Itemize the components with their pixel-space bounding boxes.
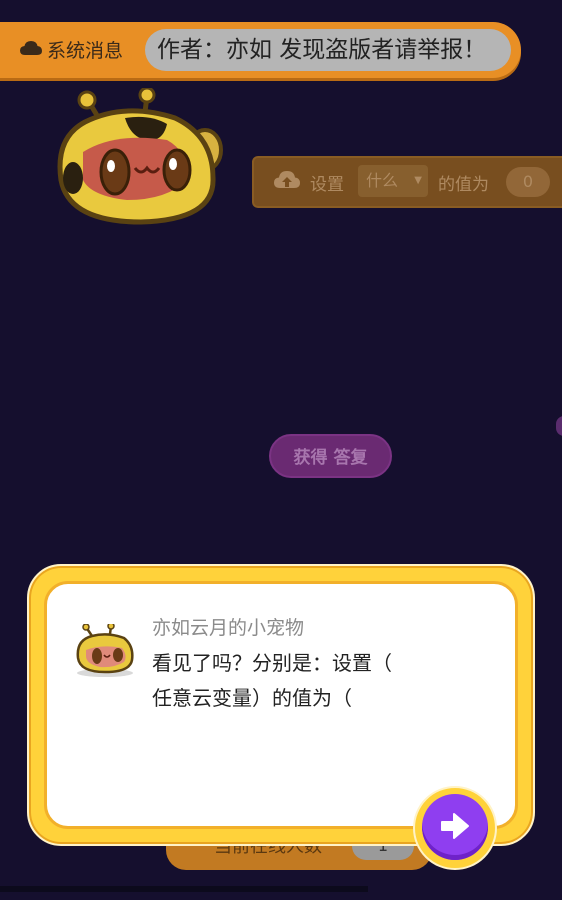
pet-avatar [76,624,134,677]
dialog-text-line-1: 看见了吗？分别是：设置（ [152,651,392,675]
chevron-down-icon: ▼ [414,175,422,186]
cloud-upload-icon [274,171,300,188]
cloud-icon [20,41,42,55]
edge-block-fragment [556,416,562,436]
variable-dropdown[interactable]: 什么 ▼ [358,165,428,197]
next-button[interactable] [422,794,488,860]
value-of-label: 的值为 [438,175,489,195]
pet-sprite[interactable] [55,88,227,230]
dialog-speaker-name: 亦如云月的小宠物 [152,617,305,639]
get-answer-button[interactable]: 获得 答复 [269,434,392,478]
system-message-label: 系统消息 [47,40,124,62]
variable-dropdown-value: 什么 [366,171,399,190]
dialog-text-line-2: 任意云变量）的值为（ [152,686,352,710]
set-variable-block[interactable]: 设置 什么 ▼ 的值为 0 [252,156,562,208]
value-input[interactable]: 0 [506,167,550,197]
system-message-bar: 系统消息 作者：亦如 发现盗版者请举报！ [0,22,521,78]
arrow-right-icon [441,813,469,839]
bottom-strip [0,886,368,892]
system-message-text: 作者：亦如 发现盗版者请举报！ [145,29,511,71]
set-label: 设置 [310,175,344,195]
